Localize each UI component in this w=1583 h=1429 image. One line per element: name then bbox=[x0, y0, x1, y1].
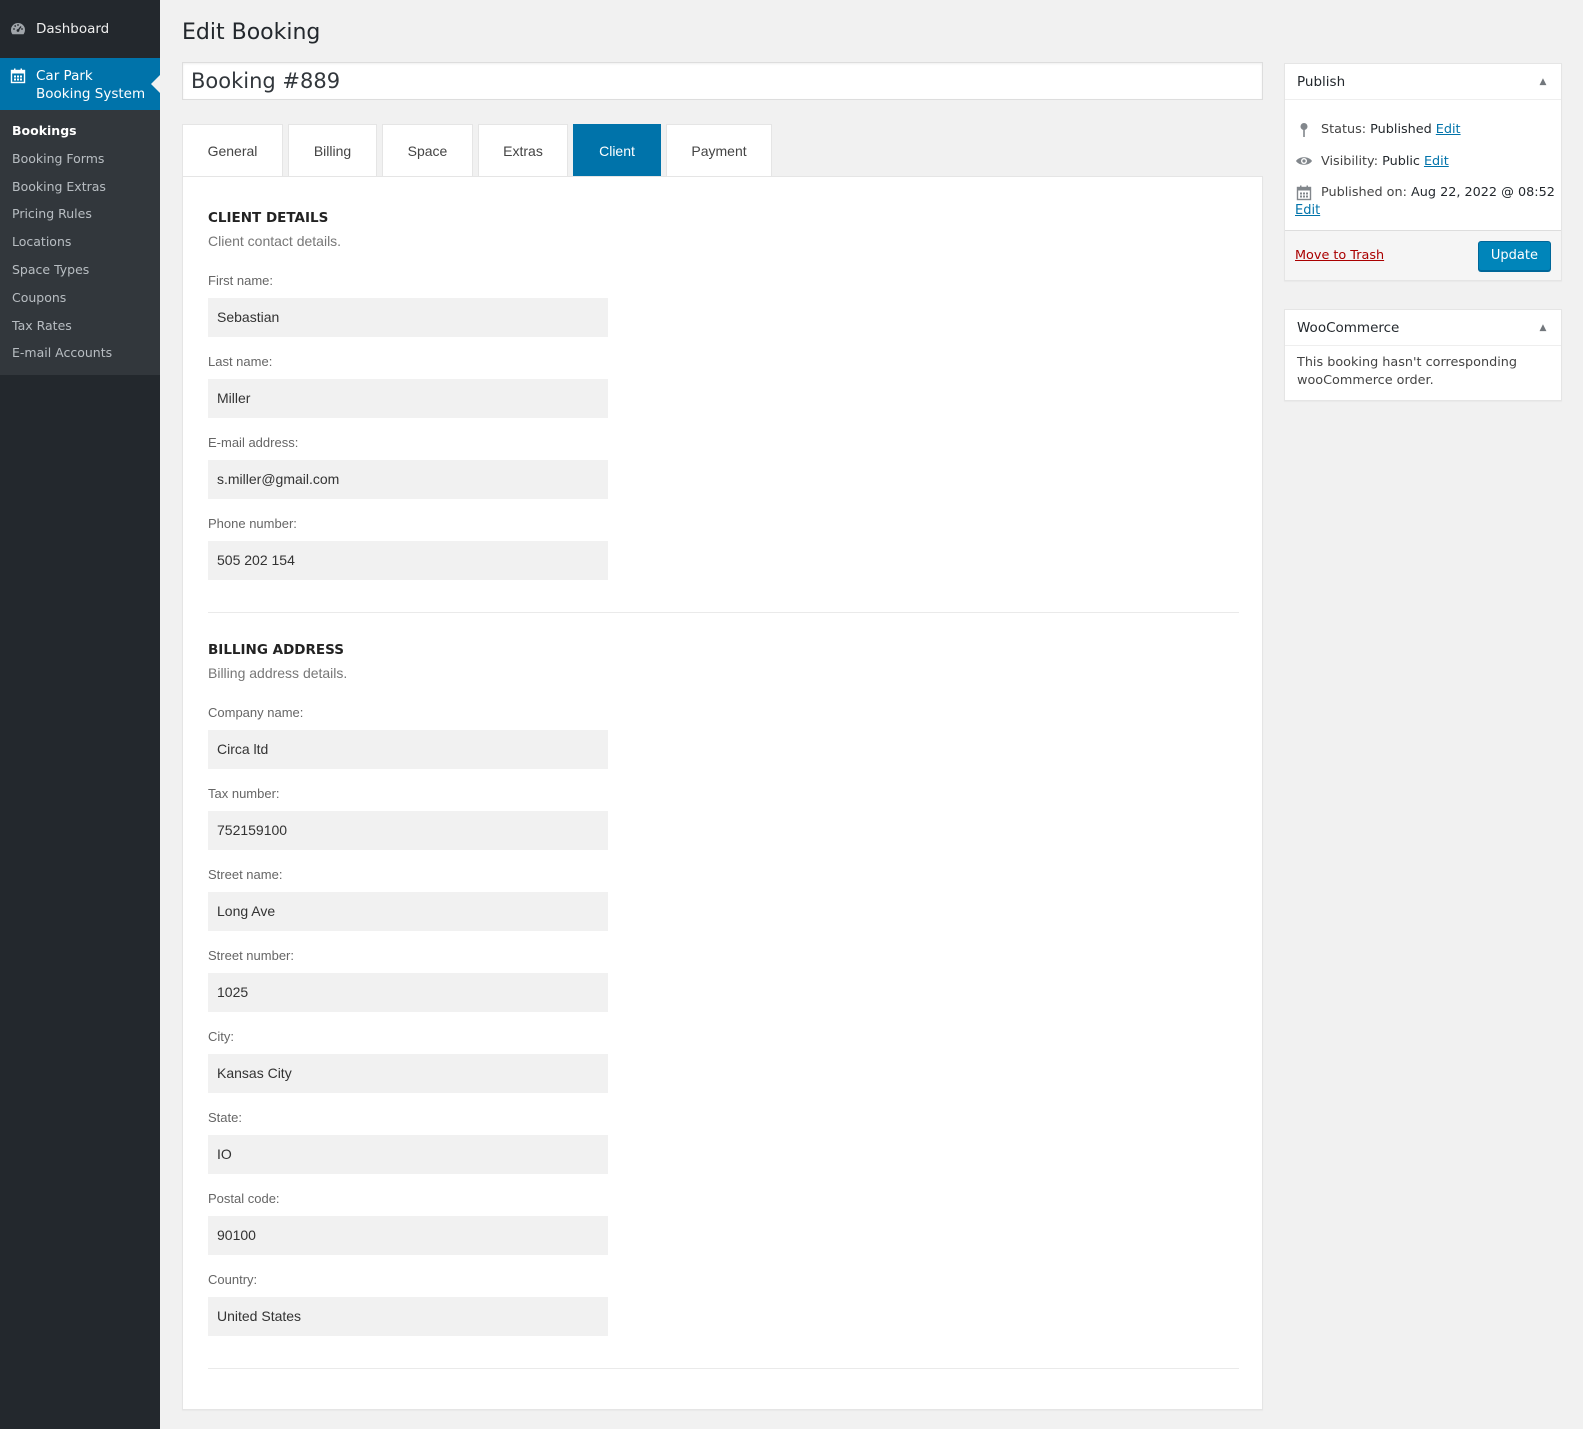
woocommerce-box: WooCommerce ▲ This booking hasn't corres… bbox=[1284, 309, 1562, 401]
billing-address-description: Billing address details. bbox=[208, 665, 348, 681]
last-name-label: Last name: bbox=[208, 354, 273, 369]
sidebar-item-car-park-booking-system[interactable]: Car Park Booking System bbox=[0, 58, 160, 110]
city-field[interactable]: Kansas City bbox=[208, 1054, 608, 1093]
tab-general[interactable]: General bbox=[182, 124, 283, 177]
client-details-description: Client contact details. bbox=[208, 233, 342, 249]
eye-icon bbox=[1295, 154, 1313, 168]
sidebar-item-label: Dashboard bbox=[36, 21, 110, 37]
submenu-item-booking-extras[interactable]: Booking Extras bbox=[0, 173, 160, 201]
submenu: Bookings Booking Forms Booking Extras Pr… bbox=[0, 110, 160, 376]
tab-bar: General Billing Space Extras Client Paym… bbox=[182, 124, 777, 177]
tax-number-label: Tax number: bbox=[208, 786, 280, 801]
status-row: Status: Published Edit bbox=[1285, 122, 1561, 138]
publish-box-title: Publish bbox=[1297, 73, 1346, 90]
postal-code-label: Postal code: bbox=[208, 1191, 280, 1206]
status-value: Published bbox=[1370, 122, 1432, 137]
publish-box: Publish ▲ Status: Published Edit Visibil… bbox=[1284, 63, 1562, 281]
tab-billing[interactable]: Billing bbox=[288, 124, 377, 177]
triangle-up-icon[interactable]: ▲ bbox=[1525, 310, 1561, 346]
first-name-field[interactable]: Sebastian bbox=[208, 298, 608, 337]
publish-actions: Move to Trash Update bbox=[1285, 230, 1561, 280]
company-name-label: Company name: bbox=[208, 705, 304, 720]
published-on-label: Published on: bbox=[1321, 185, 1407, 200]
street-name-field[interactable]: Long Ave bbox=[208, 892, 608, 931]
menu-label-line1: Car Park bbox=[36, 68, 93, 84]
phone-label: Phone number: bbox=[208, 516, 297, 531]
submenu-item-booking-forms[interactable]: Booking Forms bbox=[0, 145, 160, 173]
tab-extras[interactable]: Extras bbox=[478, 124, 568, 177]
sidebar-item-label: Car Park Booking System bbox=[36, 67, 145, 103]
admin-sidebar: Dashboard Car Park Booking System Bookin… bbox=[0, 0, 160, 1429]
street-number-label: Street number: bbox=[208, 948, 294, 963]
publish-box-header[interactable]: Publish ▲ bbox=[1285, 64, 1561, 100]
woocommerce-box-header[interactable]: WooCommerce ▲ bbox=[1285, 310, 1561, 346]
billing-address-title: BILLING ADDRESS bbox=[208, 642, 344, 658]
street-name-label: Street name: bbox=[208, 867, 283, 882]
email-field[interactable]: s.miller@gmail.com bbox=[208, 460, 608, 499]
tab-payment[interactable]: Payment bbox=[666, 124, 772, 177]
tab-space[interactable]: Space bbox=[382, 124, 473, 177]
calendar-icon bbox=[10, 67, 26, 85]
last-name-field[interactable]: Miller bbox=[208, 379, 608, 418]
sidebar-item-dashboard[interactable]: Dashboard bbox=[0, 0, 160, 58]
client-tab-panel: CLIENT DETAILS Client contact details. F… bbox=[182, 176, 1263, 1410]
section-divider bbox=[208, 612, 1239, 613]
submenu-item-locations[interactable]: Locations bbox=[0, 228, 160, 256]
published-on-row: Published on: Aug 22, 2022 @ 08:52 bbox=[1285, 185, 1561, 201]
country-label: Country: bbox=[208, 1272, 258, 1287]
state-field[interactable]: IO bbox=[208, 1135, 608, 1174]
section-divider bbox=[208, 1368, 1239, 1369]
city-label: City: bbox=[208, 1029, 234, 1044]
menu-label-line2: Booking System bbox=[36, 86, 146, 102]
edit-date-link[interactable]: Edit bbox=[1295, 203, 1320, 218]
move-to-trash-link[interactable]: Move to Trash bbox=[1295, 248, 1384, 263]
first-name-label: First name: bbox=[208, 273, 274, 288]
email-label: E-mail address: bbox=[208, 435, 299, 450]
country-field[interactable]: United States bbox=[208, 1297, 608, 1336]
submenu-item-space-types[interactable]: Space Types bbox=[0, 256, 160, 284]
edit-visibility-link[interactable]: Edit bbox=[1424, 154, 1449, 169]
woocommerce-box-title: WooCommerce bbox=[1297, 319, 1400, 336]
phone-field[interactable]: 505 202 154 bbox=[208, 541, 608, 580]
edit-status-link[interactable]: Edit bbox=[1436, 122, 1461, 137]
calendar-icon bbox=[1295, 185, 1313, 201]
submenu-item-coupons[interactable]: Coupons bbox=[0, 284, 160, 312]
published-on-value: Aug 22, 2022 @ 08:52 bbox=[1411, 185, 1555, 200]
submenu-item-pricing-rules[interactable]: Pricing Rules bbox=[0, 200, 160, 228]
company-name-field[interactable]: Circa ltd bbox=[208, 730, 608, 769]
update-button[interactable]: Update bbox=[1477, 240, 1551, 271]
triangle-up-icon[interactable]: ▲ bbox=[1525, 64, 1561, 100]
street-number-field[interactable]: 1025 bbox=[208, 973, 608, 1012]
page-title: Edit Booking bbox=[182, 20, 321, 45]
state-label: State: bbox=[208, 1110, 242, 1125]
postal-code-field[interactable]: 90100 bbox=[208, 1216, 608, 1255]
submenu-item-bookings[interactable]: Bookings bbox=[0, 117, 160, 145]
visibility-row: Visibility: Public Edit bbox=[1285, 154, 1561, 169]
submenu-item-tax-rates[interactable]: Tax Rates bbox=[0, 312, 160, 340]
tax-number-field[interactable]: 752159100 bbox=[208, 811, 608, 850]
pin-icon bbox=[1295, 122, 1313, 138]
visibility-label: Visibility: bbox=[1321, 154, 1379, 169]
booking-title-input[interactable]: Booking #889 bbox=[182, 62, 1263, 100]
tab-client[interactable]: Client bbox=[573, 124, 661, 177]
woocommerce-message: This booking hasn't corresponding wooCom… bbox=[1297, 355, 1517, 388]
dashboard-icon bbox=[10, 21, 26, 37]
client-details-title: CLIENT DETAILS bbox=[208, 210, 329, 226]
status-label: Status: bbox=[1321, 122, 1367, 137]
submenu-item-email-accounts[interactable]: E-mail Accounts bbox=[0, 339, 160, 367]
visibility-value: Public bbox=[1382, 154, 1420, 169]
